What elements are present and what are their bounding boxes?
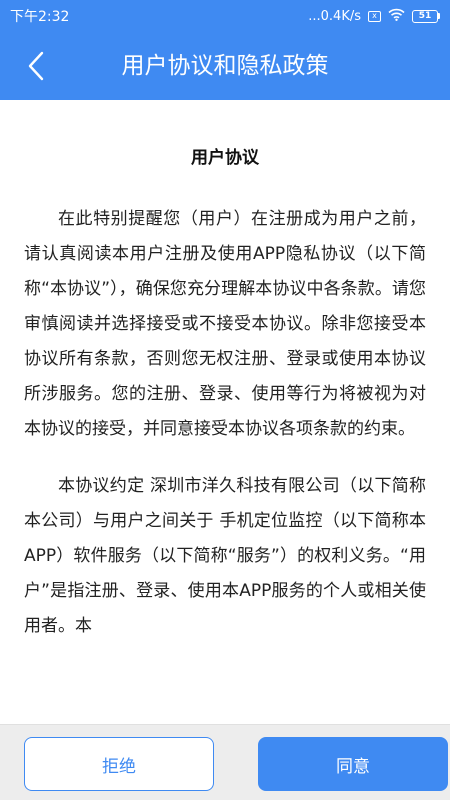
network-speed: ...0.4K/s	[308, 8, 361, 24]
reject-button[interactable]: 拒绝	[24, 737, 214, 791]
header-bar: 用户协议和隐私政策	[0, 32, 450, 100]
chevron-left-icon	[28, 51, 44, 81]
battery-level: 51	[418, 10, 432, 21]
status-bar: 下午2:32 ...0.4K/s x 51	[0, 0, 450, 32]
document-title: 用户协议	[191, 148, 259, 168]
paragraph: 在此特别提醒您（用户）在注册成为用户之前，请认真阅读本用户注册及使用APP隐私协…	[24, 209, 426, 439]
agree-button[interactable]: 同意	[258, 737, 448, 791]
wifi-icon	[388, 8, 405, 25]
paragraph: 本协议约定 深圳市洋久科技有限公司（以下简称本公司）与用户之间关于 手机定位监控…	[24, 476, 426, 636]
status-icons: ...0.4K/s x 51	[308, 8, 440, 25]
footer-actions: 拒绝 同意	[0, 724, 450, 800]
status-time: 下午2:32	[10, 9, 70, 25]
agreement-content[interactable]: 用户协议 在此特别提醒您（用户）在注册成为用户之前，请认真阅读本用户注册及使用A…	[0, 100, 450, 724]
sim-icon: x	[368, 10, 381, 22]
battery-icon: 51	[412, 9, 440, 23]
back-button[interactable]	[18, 48, 54, 84]
page-title: 用户协议和隐私政策	[121, 53, 329, 79]
